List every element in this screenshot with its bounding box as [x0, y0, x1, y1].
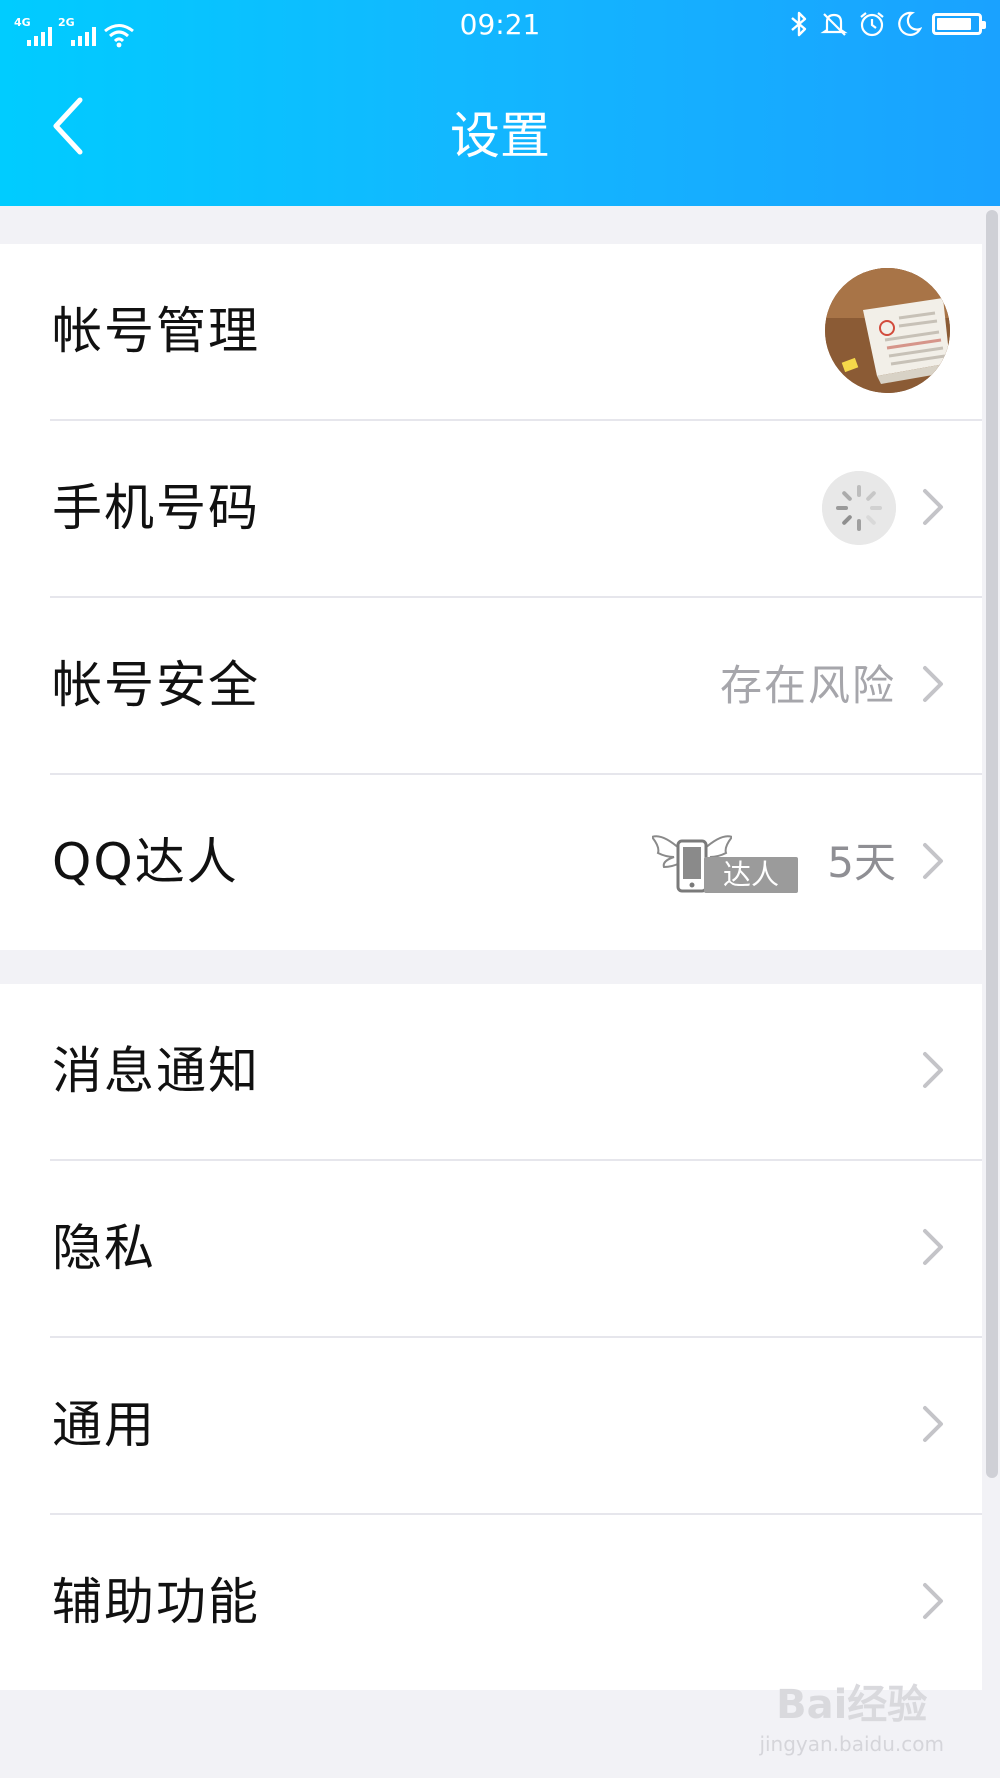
alarm-clock-icon — [860, 12, 884, 37]
row-label: 帐号管理 — [52, 302, 260, 360]
watermark: Bai经验 jingyan.baidu.com — [759, 1672, 944, 1756]
row-qq-daren[interactable]: QQ达人 达人 5天 — [0, 775, 982, 950]
account-section: 帐号管理 手机号码 帐号安全 存在风险 QQ达人 达人 5天 — [0, 244, 982, 950]
avatar[interactable] — [825, 268, 950, 393]
general-section: 消息通知 隐私 通用 辅助功能 — [0, 984, 982, 1690]
row-account-security[interactable]: 帐号安全 存在风险 — [0, 598, 982, 775]
watermark-url: jingyan.baidu.com — [759, 1732, 944, 1756]
daren-tag: 达人 — [704, 857, 798, 893]
chevron-right-icon — [923, 843, 943, 879]
row-label: 帐号安全 — [52, 656, 260, 714]
chevron-right-icon — [923, 1583, 943, 1619]
row-label: 辅助功能 — [52, 1573, 260, 1631]
row-privacy[interactable]: 隐私 — [0, 1161, 982, 1338]
moon-icon — [898, 11, 922, 36]
loading-spinner-icon — [822, 471, 896, 545]
row-label: 隐私 — [52, 1219, 156, 1277]
chevron-right-icon — [923, 666, 943, 702]
status-bar: 4G 2G 09:21 — [0, 0, 1000, 56]
header-bar: 4G 2G 09:21 设置 — [0, 0, 1000, 206]
page-title: 设置 — [450, 107, 550, 165]
chevron-right-icon — [923, 1406, 943, 1442]
alarm-off-icon — [820, 13, 848, 36]
row-label: QQ达人 — [52, 833, 239, 891]
row-notifications[interactable]: 消息通知 — [0, 984, 982, 1161]
row-general[interactable]: 通用 — [0, 1338, 982, 1515]
row-label: 通用 — [52, 1396, 156, 1454]
bluetooth-icon — [791, 11, 807, 37]
battery-icon — [932, 13, 986, 35]
chevron-right-icon — [923, 1052, 943, 1088]
row-account-management[interactable]: 帐号管理 — [0, 244, 982, 421]
daren-badge: 达人 — [652, 831, 800, 897]
daren-days: 5天 — [827, 838, 896, 887]
chevron-right-icon — [923, 1229, 943, 1265]
security-status: 存在风险 — [719, 661, 896, 710]
chevron-right-icon — [923, 489, 943, 525]
row-label: 手机号码 — [52, 479, 260, 537]
row-phone-number[interactable]: 手机号码 — [0, 421, 982, 598]
row-label: 消息通知 — [52, 1042, 260, 1100]
watermark-brand: Bai经验 — [776, 1682, 928, 1728]
row-accessibility[interactable]: 辅助功能 — [0, 1515, 982, 1690]
scrollbar[interactable] — [986, 210, 998, 1478]
